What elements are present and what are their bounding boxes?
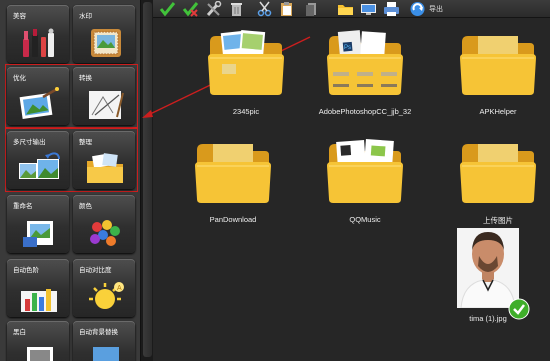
image-thumbnail [457, 228, 519, 308]
tool-rename[interactable]: 重命名 [7, 195, 69, 253]
black-white-icon [27, 347, 53, 361]
file-name: QQMusic [349, 215, 381, 224]
tool-color-label: 颜色 [79, 203, 92, 210]
tool-optimize[interactable]: 优化 [7, 67, 69, 125]
export-icon[interactable] [409, 1, 426, 17]
color-balls-icon [90, 220, 120, 246]
file-name: PanDownload [209, 215, 257, 224]
background-replace-icon [93, 347, 119, 361]
printer-icon[interactable] [383, 1, 400, 17]
folder-icon: Ps [327, 30, 403, 96]
sidebar-scroll-thumb[interactable] [143, 2, 152, 357]
paste-icon[interactable] [278, 1, 295, 17]
contrast-sun-icon: A [89, 282, 124, 309]
tool-autolevels-label: 自动色阶 [13, 267, 39, 274]
multi-size-icon [19, 152, 60, 179]
tool-multisize-label: 多尺寸输出 [13, 139, 46, 146]
photo-magic-icon [19, 87, 59, 119]
sidebar-scrollbar[interactable] [140, 0, 153, 361]
tool-beauty-label: 美容 [13, 13, 26, 20]
deselect-icon[interactable] [182, 1, 199, 17]
tool-organize-label: 整理 [79, 139, 92, 146]
file-name: 上传图片 [483, 216, 513, 225]
delete-icon[interactable] [228, 1, 245, 17]
tool-blackwhite-label: 黑白 [13, 329, 26, 336]
tools-icon[interactable] [205, 1, 222, 17]
tool-autolevels[interactable]: 自动色阶 [7, 259, 69, 317]
tool-convert-label: 转换 [79, 75, 92, 82]
tool-convert[interactable]: 转换 [73, 67, 135, 125]
toolbar: 导出 [153, 0, 550, 18]
file-name: 2345pic [232, 107, 260, 116]
screen-icon[interactable] [360, 1, 377, 17]
export-label[interactable]: 导出 [429, 4, 443, 14]
tool-beauty[interactable]: 美容 [7, 5, 69, 63]
tool-autobg-label: 自动背景替换 [79, 329, 118, 336]
cut-icon[interactable] [256, 1, 273, 17]
tool-multisize[interactable]: 多尺寸输出 [7, 131, 69, 189]
tool-panel: 美容 水印 优化 转换 多尺寸输出 整理 重命名 颜色 自动色阶 自动对比度 A… [0, 0, 140, 361]
cosmetics-icon [23, 28, 54, 57]
watermark-stamp-icon [91, 29, 121, 57]
organize-folder-icon [87, 153, 123, 183]
folder-icon [460, 36, 536, 96]
folder-icon [327, 139, 403, 204]
svg-text:A: A [117, 285, 122, 292]
file-name: APKHelper [479, 107, 517, 116]
svg-text:Ps: Ps [344, 45, 351, 51]
file-name: tima (1).jpg [469, 314, 507, 323]
tool-color[interactable]: 颜色 [73, 195, 135, 253]
tool-watermark[interactable]: 水印 [73, 5, 135, 63]
copy-icon[interactable] [303, 1, 320, 17]
tool-blackwhite[interactable]: 黑白 [7, 321, 69, 361]
tool-autocontrast-label: 自动对比度 [79, 267, 112, 274]
rename-icon [23, 221, 53, 247]
folder-icon[interactable] [337, 1, 354, 17]
tool-watermark-label: 水印 [79, 13, 92, 20]
levels-bars-icon [21, 289, 57, 312]
folder-icon [460, 144, 536, 204]
tool-organize[interactable]: 整理 [73, 131, 135, 189]
tool-rename-label: 重命名 [13, 203, 33, 210]
file-name: AdobePhotoshopCC_jjb_32 [318, 107, 412, 116]
tool-autobg[interactable]: 自动背景替换 [73, 321, 135, 361]
folder-icon [195, 144, 271, 204]
sketch-convert-icon [89, 91, 124, 119]
select-all-icon[interactable] [159, 1, 176, 17]
tool-optimize-label: 优化 [13, 75, 26, 82]
folder-icon [208, 30, 284, 96]
tool-autocontrast[interactable]: 自动对比度 A [73, 259, 135, 317]
